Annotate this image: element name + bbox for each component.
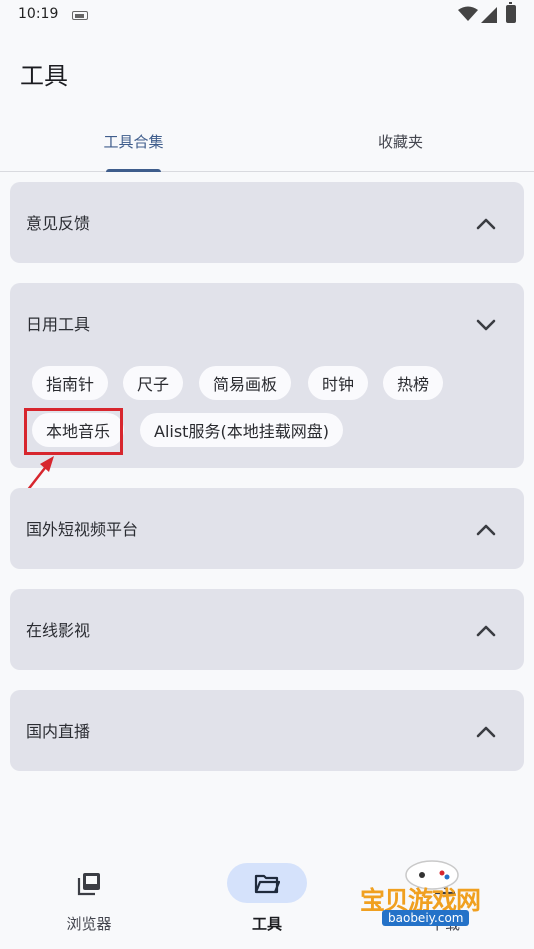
chevron-up-icon[interactable] <box>474 720 498 744</box>
chip-hot-list[interactable]: 热榜 <box>383 366 444 400</box>
chip-alist-service[interactable]: Alist服务(本地挂载网盘) <box>140 413 343 447</box>
chip-ruler[interactable]: 尺子 <box>123 366 184 400</box>
section-online-video[interactable]: 在线影视 <box>10 589 524 670</box>
page-title: 工具 <box>20 62 68 90</box>
chip-drawing-board[interactable]: 简易画板 <box>199 366 292 400</box>
chevron-down-icon[interactable] <box>474 313 498 337</box>
section-foreign-short-video[interactable]: 国外短视频平台 <box>10 488 524 569</box>
tab-favorites[interactable]: 收藏夹 <box>267 110 534 172</box>
status-time: 10:19 <box>18 6 59 22</box>
section-domestic-live[interactable]: 国内直播 <box>10 690 524 771</box>
section-title: 意见反馈 <box>26 214 91 233</box>
watermark-logo: 宝贝游戏网 baobeiy.com <box>358 855 508 945</box>
tab-bar: 工具合集 收藏夹 <box>0 110 534 172</box>
signal-icon <box>481 7 497 23</box>
status-bar: 10:19 <box>0 0 534 30</box>
tab-indicator <box>106 169 161 172</box>
section-title: 国外短视频平台 <box>26 520 139 539</box>
section-title: 国内直播 <box>26 722 91 741</box>
watermark-url: baobeiy.com <box>382 910 470 926</box>
chevron-up-icon[interactable] <box>474 518 498 542</box>
keyboard-icon <box>72 11 88 20</box>
section-title: 日用工具 <box>26 315 91 334</box>
highlight-box <box>24 408 123 455</box>
section-title: 在线影视 <box>26 621 91 640</box>
nav-browser[interactable]: 浏览器 <box>0 845 178 949</box>
chevron-up-icon[interactable] <box>474 212 498 236</box>
chip-clock[interactable]: 时钟 <box>308 366 369 400</box>
tab-label: 收藏夹 <box>377 132 423 151</box>
wifi-icon <box>458 6 478 21</box>
nav-tools[interactable]: 工具 <box>178 845 356 949</box>
chip-compass[interactable]: 指南针 <box>32 366 109 400</box>
library-icon <box>77 873 100 896</box>
nav-label: 工具 <box>251 915 282 933</box>
chevron-up-icon[interactable] <box>474 619 498 643</box>
tab-tool-collection[interactable]: 工具合集 <box>0 110 267 172</box>
battery-icon <box>506 2 516 23</box>
folder-open-icon <box>254 874 280 894</box>
tab-label: 工具合集 <box>103 132 164 151</box>
nav-label: 浏览器 <box>66 915 112 933</box>
section-feedback[interactable]: 意见反馈 <box>10 182 524 263</box>
